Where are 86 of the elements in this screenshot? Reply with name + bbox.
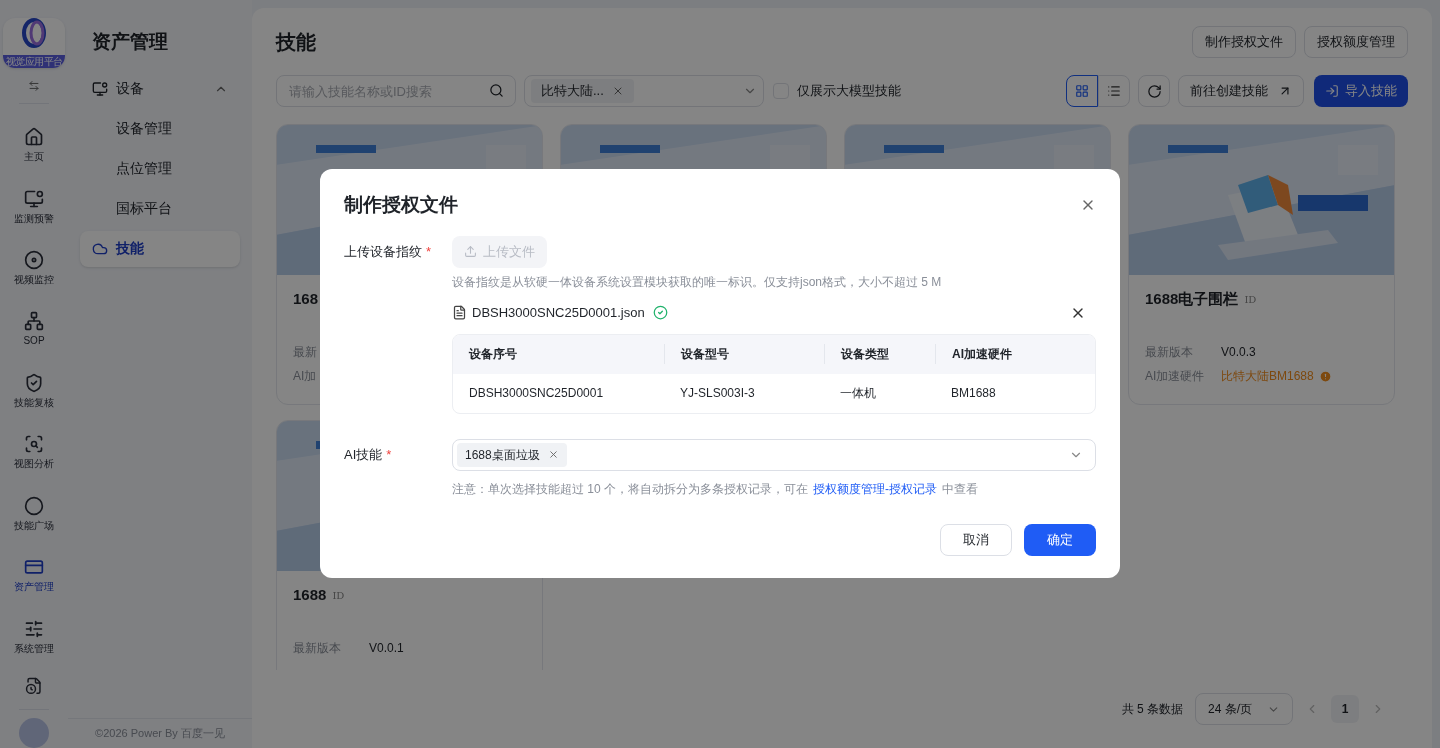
note-text: 注意：单次选择技能超过 10 个，将自动拆分为多条授权记录，可在 [452,480,808,498]
id-mark: ID [1244,292,1257,307]
form-label: 上传设备指纹 [344,242,422,261]
app-logo[interactable]: 视觉应用平台 [3,18,65,68]
logo-icon [20,18,48,48]
nav-item[interactable]: 技能复核 [2,360,66,422]
import-icon [1325,84,1339,98]
monitor-icon [92,80,108,97]
warning-icon[interactable] [1318,369,1332,383]
nav-item[interactable]: 系统管理 [2,605,66,668]
nav-item[interactable]: 监测预警 [2,175,66,238]
card-title: 1688 [293,584,327,605]
required-mark: * [386,445,392,464]
nav-item[interactable]: 视图分析 [2,421,66,484]
nav-item[interactable]: 视频监控 [2,237,66,299]
search-icon[interactable] [489,83,504,98]
column-header: 设备序号 [469,346,517,363]
circle-icon [24,495,44,516]
grid-icon [1075,84,1089,98]
list-view-button[interactable] [1098,75,1130,107]
sidebar-title: 资产管理 [91,30,169,54]
column-header: 设备类型 [841,346,889,363]
field-value: V0.0.3 [1221,344,1256,361]
create-skill-button[interactable]: 前往创建技能 [1178,75,1304,107]
page-title: 技能 [276,30,316,55]
scan-search-icon [24,434,44,455]
header-button[interactable]: 制作授权文件 [1192,26,1296,58]
table-cell: 一体机 [840,386,876,400]
upload-hint: 设备指纹是从软硬一体设备系统设置模块获取的唯一标识。仅支持json格式，大小不超过 5 M [452,273,943,291]
nav-item[interactable]: 资产管理 [2,544,66,606]
table-cell: YJ-SLS003I-3 [680,386,755,400]
home-icon [24,127,44,148]
upload-icon [464,245,477,258]
shield-icon [24,372,44,393]
sidebar-item[interactable]: 设备管理 [80,110,240,147]
file-clock-icon[interactable] [25,677,43,696]
sidebar-group[interactable]: 设备 [80,70,240,107]
file-name: DBSH3000SNC25D0001.json [472,303,645,322]
disc-icon [24,250,44,270]
nav-item[interactable]: 主页 [2,114,66,176]
column-header: AI加速硬件 [952,346,1012,363]
refresh-button[interactable] [1138,75,1170,107]
file-icon [452,305,467,320]
monitor-icon [24,188,44,209]
skill-tag: 1688桌面垃圾 [457,442,567,467]
nav-item[interactable]: 技能广场 [2,483,66,545]
table-cell: BM1688 [951,386,996,400]
sidebar-item[interactable]: 国标平台 [80,190,240,227]
id-mark: ID [332,588,345,603]
header-button[interactable]: 授权额度管理 [1304,26,1408,58]
total-count: 共 5 条数据 [1121,701,1183,718]
field-label: 最新版本 [293,640,342,657]
card-title: 168 [293,288,319,309]
card-title: 1688电子围栏 [1145,288,1239,309]
filter-select[interactable]: 比特大陆... [524,75,764,107]
logo-caption: 视觉应用平台 [3,54,65,68]
table-cell: DBSH3000SNC25D0001 [469,386,604,400]
required-mark: * [426,242,432,261]
network-icon [24,311,44,332]
nav-item[interactable]: SOP [2,298,66,361]
field-label: 最新版本 [1145,344,1194,361]
column-header: 设备型号 [681,346,729,363]
record-link[interactable]: 授权额度管理-授权记录 [813,479,937,498]
dialog-title: 制作授权文件 [344,193,458,217]
field-label: 最新 [293,344,318,361]
field-value: 比特大陆BM1688 [1221,368,1314,385]
field-label: AI加 [293,368,318,385]
close-icon[interactable] [547,449,559,460]
cancel-button[interactable]: 取消 [940,523,1012,556]
field-value: V0.0.1 [369,640,404,657]
page-number[interactable]: 1 [1331,695,1359,723]
sidebar-item[interactable]: 点位管理 [80,150,240,187]
note-text: 中查看 [942,480,978,498]
form-label: AI技能 [344,445,383,464]
collapse-icon[interactable] [28,79,40,92]
refresh-icon [1146,83,1162,99]
sliders-icon [24,618,44,639]
confirm-button[interactable]: 确定 [1024,523,1096,556]
page-size-select[interactable]: 24 条/页 [1195,693,1293,725]
import-skill-button[interactable]: 导入技能 [1314,75,1408,107]
grid-view-button[interactable] [1066,75,1098,107]
sidebar-group[interactable]: 技能 [80,230,240,267]
filter-tag: 比特大陆... [531,79,634,103]
list-icon [1107,84,1121,98]
skill-select[interactable]: 1688桌面垃圾 [452,438,1096,471]
checkbox-label: 仅展示大模型技能 [797,82,901,101]
